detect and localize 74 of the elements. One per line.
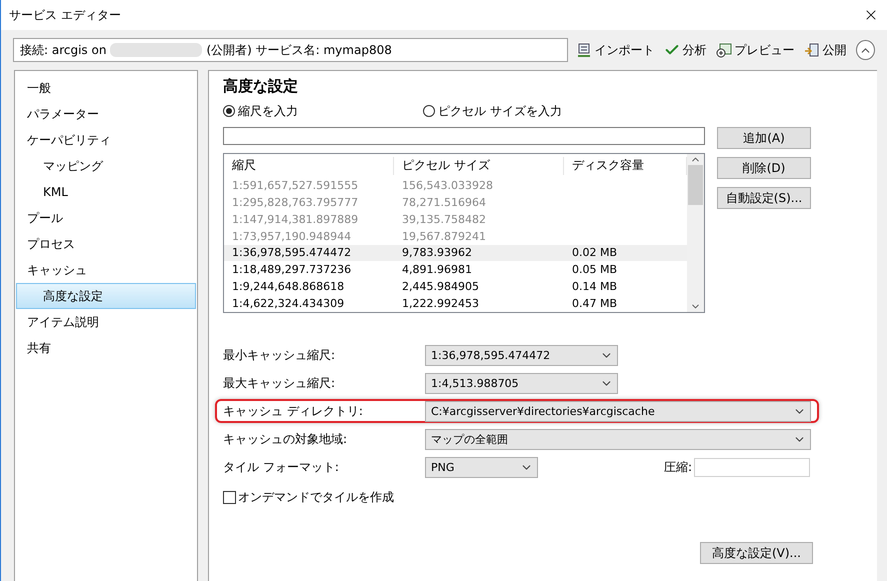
table-row[interactable]: 1:4,622,324.434309 1,222.992453 0.47 MB — [224, 295, 687, 312]
table-cell-text: 1:591,657,527.591555 — [231, 179, 360, 192]
scale-button[interactable]: 追加(A) — [717, 127, 811, 149]
dropdown[interactable]: PNG — [425, 456, 538, 478]
table-cell-text: 0.47 MB — [571, 297, 618, 310]
sidebar-item[interactable]: プロセス — [16, 231, 196, 257]
table-cell-text: 19,567.879241 — [401, 230, 487, 243]
setting-label: 最小キャッシュ縮尺: — [223, 346, 336, 364]
radio-option[interactable]: ピクセル サイズを入力 — [423, 102, 623, 120]
setting-label: 最大キャッシュ縮尺: — [223, 374, 336, 392]
scale-input-field[interactable] — [223, 127, 705, 145]
scale-button[interactable]: 自動設定(S)... — [717, 187, 811, 209]
table-cell-text: 78,271.516964 — [401, 196, 487, 209]
dropdown[interactable]: マップの全範囲 — [425, 428, 811, 450]
on-demand-option[interactable]: オンデマンドでタイルを作成 — [223, 489, 877, 506]
connection-label: 接続: arcgis on — [20, 42, 106, 58]
toolbar-button[interactable]: プレビュー — [714, 42, 796, 58]
scroll-thumb[interactable] — [688, 165, 703, 205]
checkbox[interactable] — [223, 491, 236, 504]
scrollbar[interactable] — [687, 154, 704, 312]
radio-option[interactable]: 縮尺を入力 — [223, 102, 423, 120]
sidebar-item[interactable]: ケーパビリティ — [16, 127, 196, 153]
table-cell-text: 4,891.96981 — [401, 263, 473, 276]
server-icon — [576, 42, 592, 58]
table-row[interactable]: 1:18,489,297.737236 4,891.96981 0.05 MB — [224, 261, 687, 278]
service-name-label: (公開者) サービス名: mymap808 — [206, 42, 392, 58]
radio-button[interactable] — [223, 105, 235, 117]
sidebar-item[interactable]: プール — [16, 205, 196, 231]
table-cell-text: 1:9,244,648.868618 — [231, 280, 346, 294]
toolbar-button[interactable]: 分析 — [662, 42, 708, 58]
table-cell-text: 9,783.93962 — [401, 246, 473, 260]
collapse-button[interactable] — [856, 40, 875, 60]
table-row[interactable]: 1:9,244,648.868618 2,445.984905 0.14 MB — [224, 278, 687, 296]
table-row[interactable]: 1:36,978,595.474472 9,783.93962 0.02 MB — [224, 244, 687, 262]
publish-icon — [804, 42, 820, 58]
table-cell-text: 0.14 MB — [571, 280, 618, 294]
toolbar-button[interactable]: インポート — [574, 42, 656, 58]
table-cell-text: 0.02 MB — [571, 246, 618, 260]
window-title: サービス エディター — [9, 6, 121, 24]
table-cell-text: 2,445.984905 — [401, 280, 480, 294]
toolbar-button[interactable]: 公開 — [802, 42, 848, 58]
sidebar-item[interactable]: パラメーター — [16, 101, 196, 127]
table-cell-text: 39,135.758482 — [401, 212, 487, 226]
dropdown[interactable]: 1:36,978,595.474472 — [425, 344, 618, 366]
sidebar-item[interactable]: 共有 — [16, 335, 196, 361]
radio-button[interactable] — [423, 105, 435, 117]
column-header: ピクセル サイズ — [394, 156, 564, 175]
table-cell-text: 0.05 MB — [571, 263, 618, 276]
table-cell-text: 1:4,622,324.434309 — [231, 297, 346, 310]
advanced-settings-button[interactable]: 高度な設定(V)... — [700, 542, 813, 564]
section-heading: 高度な設定 — [223, 77, 299, 97]
table-cell-text: 1:147,914,381.897889 — [231, 212, 360, 226]
setting-label: キャッシュの対象地域: — [223, 430, 348, 448]
setting-label: タイル フォーマット: — [223, 458, 340, 476]
column-header: 縮尺 — [224, 156, 394, 175]
compression-label: 圧縮: — [664, 458, 692, 476]
sidebar-item[interactable]: 一般 — [16, 75, 196, 101]
table-cell-text: 1:73,957,190.948944 — [231, 230, 352, 243]
table-cell-text: 1:36,978,595.474472 — [231, 246, 352, 260]
sidebar-item[interactable]: マッピング — [16, 153, 196, 179]
table-cell-text: 156,543.033928 — [401, 179, 494, 192]
sidebar-item[interactable]: KML — [16, 179, 196, 205]
setting-label: キャッシュ ディレクトリ: — [223, 402, 364, 420]
preview-icon — [716, 42, 732, 58]
sidebar-item[interactable]: アイテム説明 — [16, 309, 196, 335]
table-cell-text: 1:295,828,763.795777 — [231, 196, 360, 209]
dropdown[interactable]: 1:4,513.988705 — [425, 372, 618, 394]
table-cell-text: 1,222.992453 — [401, 297, 480, 310]
dropdown[interactable]: C:¥arcgisserver¥directories¥arcgiscache — [425, 400, 811, 422]
compression-field[interactable] — [694, 458, 810, 476]
scale-button[interactable]: 削除(D) — [717, 157, 811, 179]
sidebar-item[interactable]: 高度な設定 — [16, 283, 196, 309]
table-cell-text: 1:18,489,297.737236 — [231, 263, 352, 276]
sidebar-item[interactable]: キャッシュ — [16, 257, 196, 283]
